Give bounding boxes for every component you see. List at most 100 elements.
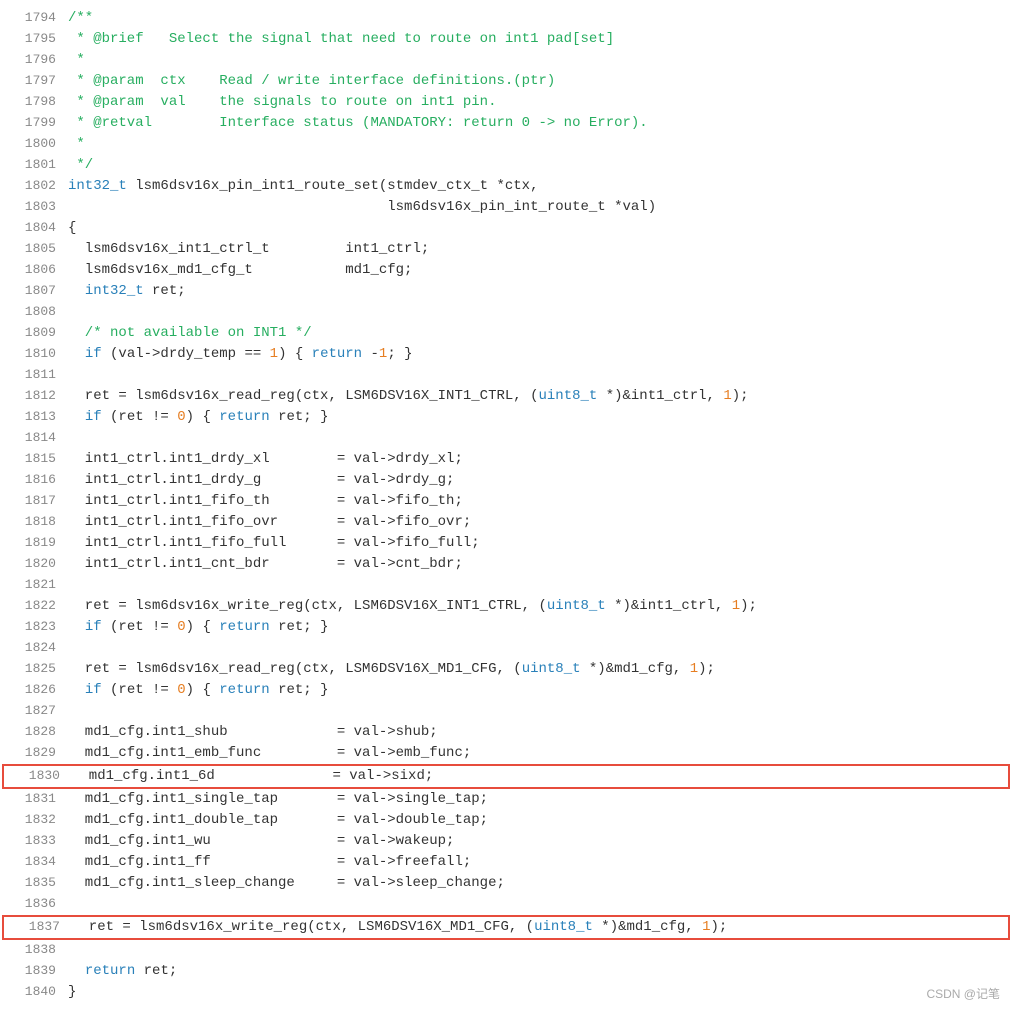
line-content: int32_t ret;	[68, 281, 1004, 302]
line-number: 1836	[8, 894, 56, 914]
line-content: lsm6dsv16x_md1_cfg_t md1_cfg;	[68, 260, 1004, 281]
line-content	[68, 638, 1004, 659]
code-line: 1796 *	[0, 50, 1012, 71]
code-line: 1797 * @param ctx Read / write interface…	[0, 71, 1012, 92]
line-number: 1801	[8, 155, 56, 175]
line-number: 1796	[8, 50, 56, 70]
line-number: 1815	[8, 449, 56, 469]
line-number: 1835	[8, 873, 56, 893]
line-number: 1797	[8, 71, 56, 91]
line-number: 1807	[8, 281, 56, 301]
line-content: int1_ctrl.int1_fifo_th = val->fifo_th;	[68, 491, 1004, 512]
line-content: int1_ctrl.int1_drdy_xl = val->drdy_xl;	[68, 449, 1004, 470]
line-number: 1830	[12, 766, 60, 786]
code-line: 1839 return ret;	[0, 961, 1012, 982]
code-line: 1799 * @retval Interface status (MANDATO…	[0, 113, 1012, 134]
code-line: 1825 ret = lsm6dsv16x_read_reg(ctx, LSM6…	[0, 659, 1012, 680]
line-number: 1825	[8, 659, 56, 679]
line-content: if (ret != 0) { return ret; }	[68, 617, 1004, 638]
code-line: 1833 md1_cfg.int1_wu = val->wakeup;	[0, 831, 1012, 852]
line-content: if (val->drdy_temp == 1) { return -1; }	[68, 344, 1004, 365]
code-line: 1818 int1_ctrl.int1_fifo_ovr = val->fifo…	[0, 512, 1012, 533]
line-number: 1824	[8, 638, 56, 658]
line-content	[68, 365, 1004, 386]
line-content: * @param ctx Read / write interface defi…	[68, 71, 1004, 92]
code-line: 1820 int1_ctrl.int1_cnt_bdr = val->cnt_b…	[0, 554, 1012, 575]
line-content: md1_cfg.int1_6d = val->sixd;	[72, 766, 1000, 787]
code-line: 1838	[0, 940, 1012, 961]
code-line: 1808	[0, 302, 1012, 323]
line-number: 1813	[8, 407, 56, 427]
code-line: 1837 ret = lsm6dsv16x_write_reg(ctx, LSM…	[2, 915, 1010, 940]
line-number: 1808	[8, 302, 56, 322]
line-number: 1839	[8, 961, 56, 981]
code-line: 1832 md1_cfg.int1_double_tap = val->doub…	[0, 810, 1012, 831]
line-content: * @retval Interface status (MANDATORY: r…	[68, 113, 1004, 134]
line-content	[68, 894, 1004, 915]
code-line: 1813 if (ret != 0) { return ret; }	[0, 407, 1012, 428]
line-content: return ret;	[68, 961, 1004, 982]
line-number: 1795	[8, 29, 56, 49]
line-number: 1811	[8, 365, 56, 385]
line-number: 1837	[12, 917, 60, 937]
code-line: 1810 if (val->drdy_temp == 1) { return -…	[0, 344, 1012, 365]
line-number: 1822	[8, 596, 56, 616]
line-content: lsm6dsv16x_int1_ctrl_t int1_ctrl;	[68, 239, 1004, 260]
line-number: 1803	[8, 197, 56, 217]
code-line: 1831 md1_cfg.int1_single_tap = val->sing…	[0, 789, 1012, 810]
line-number: 1821	[8, 575, 56, 595]
line-content: md1_cfg.int1_sleep_change = val->sleep_c…	[68, 873, 1004, 894]
line-number: 1840	[8, 982, 56, 1002]
line-number: 1802	[8, 176, 56, 196]
line-number: 1831	[8, 789, 56, 809]
line-content: int1_ctrl.int1_cnt_bdr = val->cnt_bdr;	[68, 554, 1004, 575]
line-number: 1826	[8, 680, 56, 700]
line-number: 1798	[8, 92, 56, 112]
line-number: 1799	[8, 113, 56, 133]
line-content: if (ret != 0) { return ret; }	[68, 407, 1004, 428]
line-content: md1_cfg.int1_ff = val->freefall;	[68, 852, 1004, 873]
line-number: 1816	[8, 470, 56, 490]
line-number: 1827	[8, 701, 56, 721]
code-line: 1814	[0, 428, 1012, 449]
line-number: 1809	[8, 323, 56, 343]
line-number: 1829	[8, 743, 56, 763]
line-content: ret = lsm6dsv16x_read_reg(ctx, LSM6DSV16…	[68, 659, 1004, 680]
line-content: int32_t lsm6dsv16x_pin_int1_route_set(st…	[68, 176, 1004, 197]
line-number: 1833	[8, 831, 56, 851]
line-number: 1800	[8, 134, 56, 154]
line-content: md1_cfg.int1_double_tap = val->double_ta…	[68, 810, 1004, 831]
code-line: 1809 /* not available on INT1 */	[0, 323, 1012, 344]
line-content	[68, 575, 1004, 596]
line-content: * @param val the signals to route on int…	[68, 92, 1004, 113]
code-line: 1834 md1_cfg.int1_ff = val->freefall;	[0, 852, 1012, 873]
line-number: 1804	[8, 218, 56, 238]
code-line: 1798 * @param val the signals to route o…	[0, 92, 1012, 113]
line-content: if (ret != 0) { return ret; }	[68, 680, 1004, 701]
line-number: 1810	[8, 344, 56, 364]
code-line: 1815 int1_ctrl.int1_drdy_xl = val->drdy_…	[0, 449, 1012, 470]
line-content: *	[68, 134, 1004, 155]
watermark: CSDN @记笔	[926, 985, 1000, 1003]
line-content: int1_ctrl.int1_drdy_g = val->drdy_g;	[68, 470, 1004, 491]
code-line: 1816 int1_ctrl.int1_drdy_g = val->drdy_g…	[0, 470, 1012, 491]
line-content	[68, 701, 1004, 722]
code-line: 1803 lsm6dsv16x_pin_int_route_t *val)	[0, 197, 1012, 218]
code-line: 1822 ret = lsm6dsv16x_write_reg(ctx, LSM…	[0, 596, 1012, 617]
code-line: 1811	[0, 365, 1012, 386]
line-number: 1838	[8, 940, 56, 960]
line-content: md1_cfg.int1_wu = val->wakeup;	[68, 831, 1004, 852]
code-line: 1805 lsm6dsv16x_int1_ctrl_t int1_ctrl;	[0, 239, 1012, 260]
line-content: int1_ctrl.int1_fifo_full = val->fifo_ful…	[68, 533, 1004, 554]
line-content: ret = lsm6dsv16x_read_reg(ctx, LSM6DSV16…	[68, 386, 1004, 407]
code-line: 1819 int1_ctrl.int1_fifo_full = val->fif…	[0, 533, 1012, 554]
line-content: * @brief Select the signal that need to …	[68, 29, 1004, 50]
code-line: 1812 ret = lsm6dsv16x_read_reg(ctx, LSM6…	[0, 386, 1012, 407]
line-content	[68, 428, 1004, 449]
line-content: md1_cfg.int1_single_tap = val->single_ta…	[68, 789, 1004, 810]
line-content: md1_cfg.int1_shub = val->shub;	[68, 722, 1004, 743]
code-line: 1827	[0, 701, 1012, 722]
code-line: 1802 int32_t lsm6dsv16x_pin_int1_route_se…	[0, 176, 1012, 197]
line-number: 1814	[8, 428, 56, 448]
line-number: 1805	[8, 239, 56, 259]
